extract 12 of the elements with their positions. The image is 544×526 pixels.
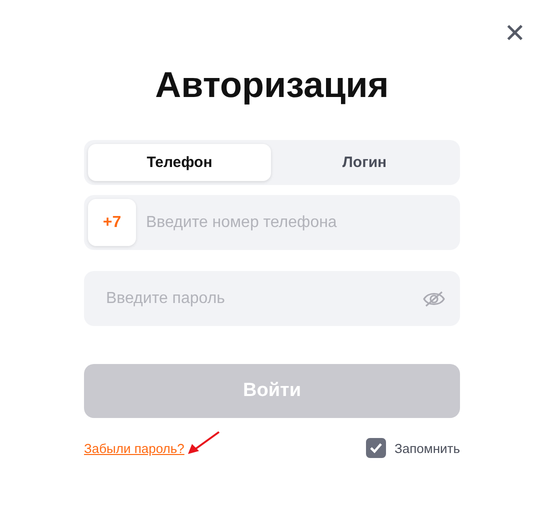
close-button[interactable]: ✕ <box>500 16 530 50</box>
remember-label: Запомнить <box>394 440 460 456</box>
phone-input[interactable]: Введите номер телефона <box>136 212 456 232</box>
tab[interactable]: Телефон <box>88 144 271 181</box>
remember-checkbox[interactable] <box>366 438 386 458</box>
tab[interactable]: Логин <box>273 144 456 181</box>
country-code: +7 <box>88 199 136 246</box>
annotation-arrow <box>186 430 222 456</box>
password-input[interactable]: Введите пароль <box>104 288 422 308</box>
check-icon <box>368 442 383 454</box>
password-field[interactable]: Введите пароль <box>84 271 460 326</box>
dialog-title: Авторизация <box>154 64 390 107</box>
